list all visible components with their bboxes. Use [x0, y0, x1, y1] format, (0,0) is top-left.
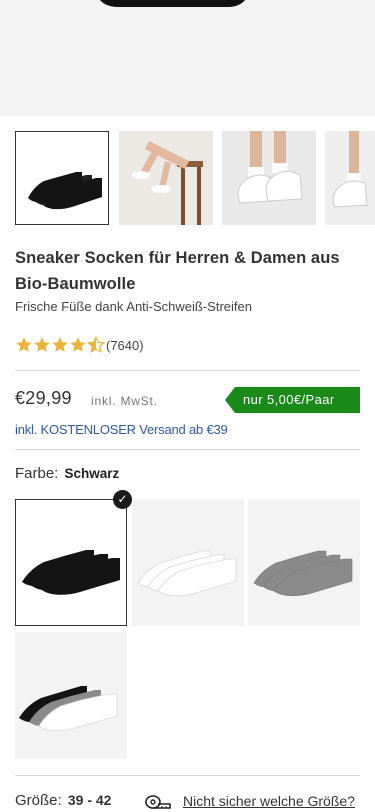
thumbnail-socks-sneakers-2[interactable] [325, 131, 375, 225]
rating-count[interactable]: (7640) [106, 338, 144, 353]
hero-product-image[interactable] [0, 0, 375, 116]
star-icon [52, 337, 68, 352]
size-help-link[interactable]: Nicht sicher welche Größe? [183, 793, 355, 809]
product-rating[interactable]: (7640) [15, 335, 144, 355]
thumbnail-white-sneakers[interactable] [222, 131, 316, 225]
selected-color-value: Schwarz [64, 466, 120, 481]
selected-check-icon: ✓ [113, 490, 132, 509]
size-label-text: Größe: [15, 792, 62, 809]
star-icon [16, 337, 32, 352]
half-star-icon [87, 336, 105, 353]
thumbnail-white-socks-legs[interactable] [119, 131, 213, 225]
free-shipping-note[interactable]: inkl. KOSTENLOSER Versand ab €39 [15, 422, 228, 437]
star-icon [34, 337, 50, 352]
color-swatch-weiss[interactable] [132, 499, 244, 626]
divider [15, 449, 360, 450]
selected-size-value: 39 - 42 [67, 792, 112, 808]
vat-note: inkl. MwSt. [91, 394, 158, 408]
product-title: Sneaker Socken für Herren & Damen aus Bi… [15, 249, 340, 293]
color-label: Farbe: Schwarz [15, 465, 119, 482]
size-label: Größe: 39 - 42 [15, 792, 111, 809]
color-swatch-schwarz[interactable] [15, 499, 127, 626]
color-swatch-mix[interactable] [15, 632, 127, 759]
product-price: €29,99 [15, 388, 72, 408]
product-subtitle: Frische Füße dank Anti-Schweiß-Streifen [15, 299, 252, 314]
color-swatch-grau[interactable] [248, 499, 360, 626]
divider [15, 775, 360, 776]
price-per-pair-badge: nur 5,00€/Paar [225, 387, 360, 413]
thumbnail-strip[interactable] [15, 131, 375, 226]
thumbnail-black-socks[interactable] [15, 131, 109, 225]
divider [15, 370, 360, 371]
measuring-tape-icon[interactable] [145, 795, 171, 810]
star-icon [70, 337, 86, 352]
color-label-text: Farbe: [15, 465, 59, 482]
